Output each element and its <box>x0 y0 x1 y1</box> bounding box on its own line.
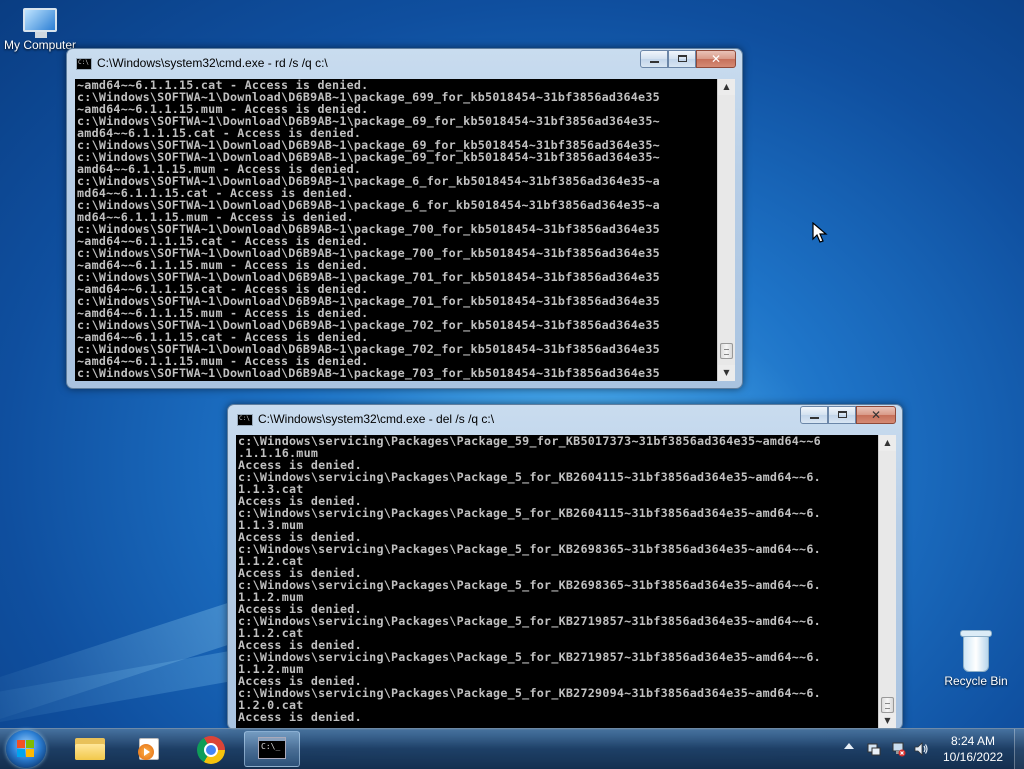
console-text: c:\Windows\servicing\Packages\Package_59… <box>238 435 821 724</box>
clock-time: 8:24 AM <box>950 734 996 748</box>
monitor-icon <box>23 8 57 38</box>
taskbar-media-player-button[interactable] <box>122 731 178 767</box>
chrome-icon <box>197 736 225 764</box>
minimize-icon <box>810 417 819 419</box>
scroll-down-arrow-icon[interactable]: ▼ <box>718 365 735 381</box>
maximize-icon <box>838 411 847 418</box>
cmd-window-del[interactable]: C:\Windows\system32\cmd.exe - del /s /q … <box>227 404 903 730</box>
action-center-icon[interactable] <box>866 741 882 757</box>
window-title: C:\Windows\system32\cmd.exe - rd /s /q c… <box>97 56 328 70</box>
desktop-icon-my-computer[interactable]: My Computer <box>0 8 80 52</box>
start-button[interactable] <box>6 730 46 768</box>
media-player-icon <box>135 736 161 762</box>
show-hidden-icons-icon[interactable] <box>844 743 854 749</box>
close-icon: ✕ <box>870 408 882 422</box>
cmd-window-icon <box>76 58 92 70</box>
window-titlebar[interactable]: C:\Windows\system32\cmd.exe - del /s /q … <box>228 405 902 435</box>
minimize-button[interactable] <box>640 50 668 68</box>
cmd-icon: C:\_ <box>258 737 286 759</box>
close-button[interactable]: ✕ <box>856 406 896 424</box>
windows-logo-icon <box>17 740 35 758</box>
mouse-cursor-icon <box>812 222 828 243</box>
minimize-icon <box>650 61 659 63</box>
close-icon: ✕ <box>710 52 722 66</box>
recycle-bin-icon <box>960 630 992 672</box>
folder-icon <box>75 736 105 760</box>
network-icon[interactable] <box>890 741 906 757</box>
scrollbar-thumb[interactable] <box>881 697 894 713</box>
scroll-down-arrow-icon[interactable]: ▼ <box>879 713 896 729</box>
maximize-icon <box>678 55 687 62</box>
scroll-up-arrow-icon[interactable]: ▲ <box>879 435 896 451</box>
minimize-button[interactable] <box>800 406 828 424</box>
maximize-button[interactable] <box>828 406 856 424</box>
vertical-scrollbar[interactable]: ▲ ▼ <box>878 435 896 729</box>
scroll-up-arrow-icon[interactable]: ▲ <box>718 79 735 95</box>
console-output[interactable]: c:\Windows\servicing\Packages\Package_59… <box>236 435 878 729</box>
desktop-icon-recycle-bin[interactable]: Recycle Bin <box>940 630 1012 688</box>
window-titlebar[interactable]: C:\Windows\system32\cmd.exe - rd /s /q c… <box>67 49 742 79</box>
cmd-window-icon <box>237 414 253 426</box>
scrollbar-thumb[interactable] <box>720 343 733 359</box>
maximize-button[interactable] <box>668 50 696 68</box>
clock-date: 10/16/2022 <box>942 750 1004 764</box>
volume-icon[interactable] <box>913 741 929 757</box>
window-title: C:\Windows\system32\cmd.exe - del /s /q … <box>258 412 495 426</box>
taskbar-clock[interactable]: 8:24 AM 10/16/2022 <box>936 733 1010 765</box>
console-output[interactable]: ~amd64~~6.1.1.15.cat - Access is denied.… <box>75 79 717 381</box>
taskbar-cmd-button[interactable]: C:\_ <box>244 731 300 767</box>
show-desktop-button[interactable] <box>1014 729 1024 769</box>
vertical-scrollbar[interactable]: ▲ ▼ <box>717 79 735 381</box>
cmd-window-rd[interactable]: C:\Windows\system32\cmd.exe - rd /s /q c… <box>66 48 743 389</box>
taskbar: C:\_ 8:24 AM 10/16/2022 <box>0 728 1024 769</box>
desktop-icon-label: Recycle Bin <box>944 674 1008 688</box>
close-button[interactable]: ✕ <box>696 50 736 68</box>
taskbar-explorer-button[interactable] <box>62 731 118 767</box>
taskbar-chrome-button[interactable] <box>184 731 240 767</box>
console-text: ~amd64~~6.1.1.15.cat - Access is denied.… <box>77 79 660 380</box>
